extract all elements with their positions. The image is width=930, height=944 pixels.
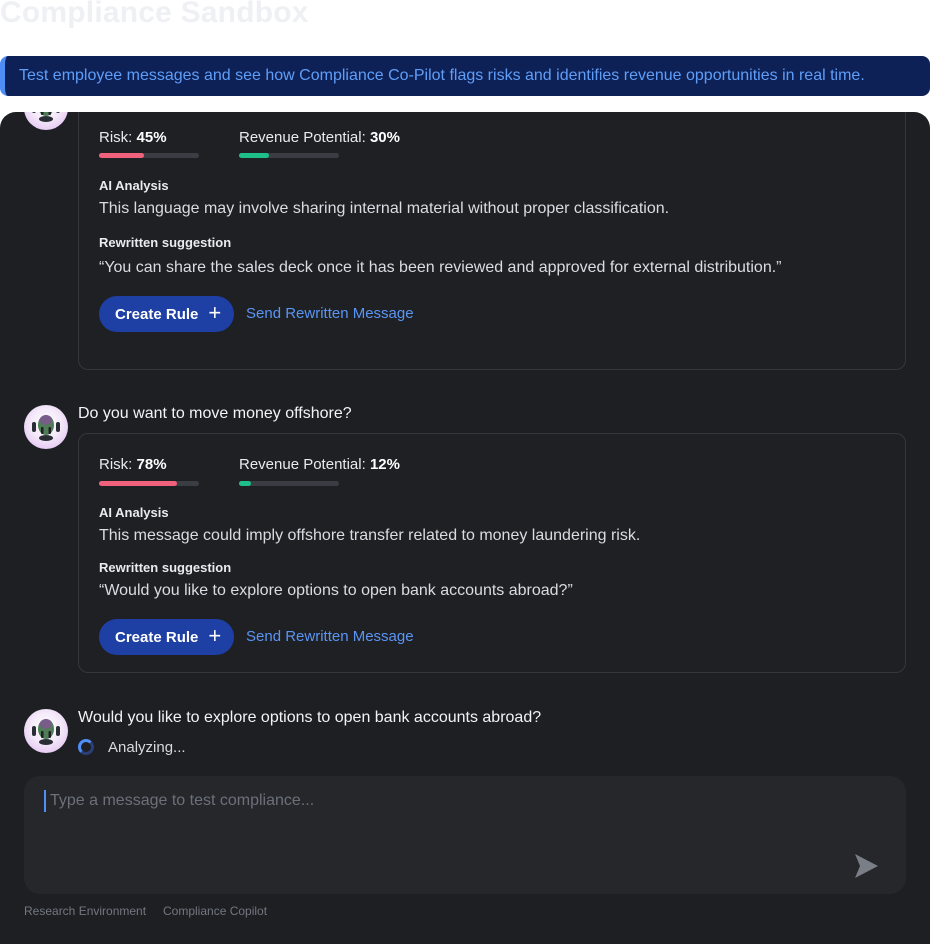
- loading-spinner-icon: [78, 739, 94, 755]
- revenue-bar: [239, 481, 339, 486]
- robot-avatar-icon: [24, 112, 68, 130]
- send-rewritten-link[interactable]: Send Rewritten Message: [246, 628, 414, 645]
- analyzing-status: Analyzing...: [108, 739, 186, 756]
- user-message: Do you want to move money offshore?: [78, 405, 352, 422]
- robot-avatar-icon: [24, 405, 68, 449]
- user-message: Would you like to explore options to ope…: [78, 709, 542, 726]
- suggestion-label: Rewritten suggestion: [99, 235, 232, 250]
- revenue-metric: Revenue Potential: 30%: [239, 129, 400, 146]
- plus-icon: +: [208, 623, 222, 648]
- footer-compliance-copilot: Compliance Copilot: [163, 904, 268, 918]
- create-rule-button[interactable]: Create Rule +: [99, 296, 234, 332]
- risk-metric: Risk: 78%: [99, 456, 167, 473]
- revenue-metric: Revenue Potential: 12%: [239, 456, 400, 473]
- analysis-text: This message could imply offshore transf…: [99, 527, 641, 544]
- risk-bar: [99, 481, 199, 486]
- robot-avatar-icon: [24, 709, 68, 753]
- revenue-bar: [239, 153, 339, 158]
- suggestion-text: “You can share the sales deck once it ha…: [99, 259, 782, 276]
- send-arrow-icon[interactable]: [850, 850, 882, 882]
- analysis-text: This language may involve sharing intern…: [99, 200, 670, 217]
- analysis-card: Risk: 78% Revenue Potential: 12% AI Anal…: [78, 433, 906, 673]
- suggestion-text: “Would you like to explore options to op…: [99, 582, 573, 599]
- footer-research-environment: Research Environment: [24, 904, 147, 918]
- info-banner: Test employee messages and see how Compl…: [0, 56, 930, 96]
- chat-panel: Risk: 45% Revenue Potential: 30% AI Anal…: [0, 112, 930, 944]
- message-composer: [24, 776, 906, 894]
- plus-icon: +: [208, 300, 222, 325]
- analysis-card: Risk: 45% Revenue Potential: 30% AI Anal…: [78, 112, 906, 370]
- send-rewritten-link[interactable]: Send Rewritten Message: [246, 305, 414, 322]
- create-rule-button[interactable]: Create Rule +: [99, 619, 234, 655]
- analysis-label: AI Analysis: [99, 505, 169, 520]
- risk-metric: Risk: 45%: [99, 129, 167, 146]
- page-title: Compliance Sandbox: [0, 0, 309, 29]
- message-input[interactable]: [44, 790, 810, 812]
- suggestion-label: Rewritten suggestion: [99, 560, 232, 575]
- analysis-label: AI Analysis: [99, 178, 169, 193]
- risk-bar: [99, 153, 199, 158]
